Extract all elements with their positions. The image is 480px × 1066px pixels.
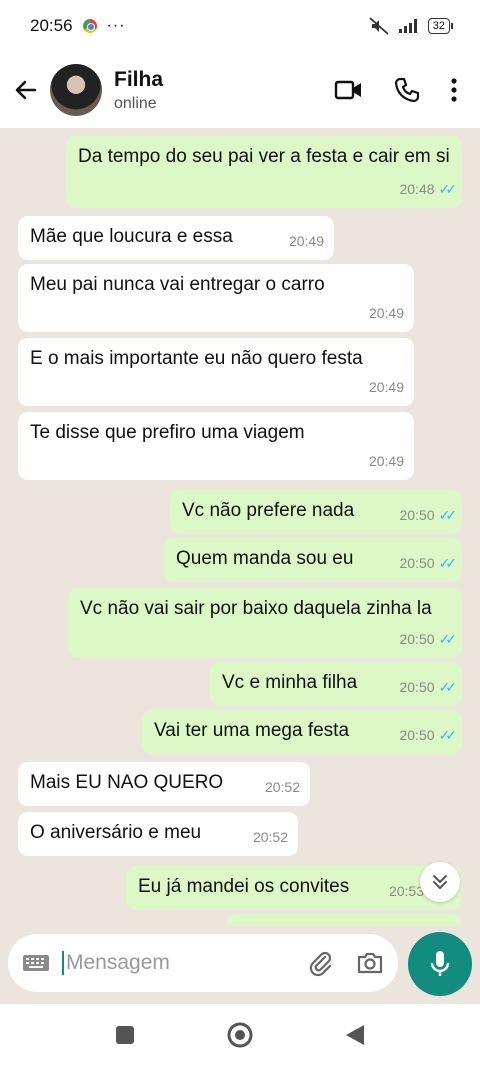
message-text: Eu já mandei os convites xyxy=(138,876,350,897)
message-outgoing[interactable]: Vc não vai sair por baixo daquela zinha … xyxy=(68,588,462,658)
video-call-icon[interactable] xyxy=(334,78,364,102)
message-text: Quem manda sou eu xyxy=(176,548,354,569)
chat-header: Filha online xyxy=(0,52,480,128)
message-meta: 20:48 ✓✓ xyxy=(399,176,458,202)
more-notifications-icon: ··· xyxy=(106,17,126,34)
message-time: 20:50 xyxy=(399,679,435,695)
message-time: 20:48 xyxy=(399,181,435,197)
read-ticks-icon: ✓✓ xyxy=(438,727,458,743)
status-right: 32 xyxy=(368,17,454,35)
message-outgoing[interactable]: Vc e minha filha 20:50 ✓✓ xyxy=(210,662,462,706)
read-ticks-icon: ✓✓ xyxy=(438,679,458,695)
message-time: 20:50 xyxy=(399,507,435,523)
scroll-to-bottom-button[interactable] xyxy=(420,862,460,902)
message-outgoing[interactable]: Da tempo do seu pai ver a festa e cair e… xyxy=(66,136,462,208)
status-time: 20:56 xyxy=(30,16,73,35)
message-outgoing-partial[interactable] xyxy=(226,914,462,926)
battery-icon: 32 xyxy=(427,18,454,34)
status-bar: 20:56 ··· 32 xyxy=(0,0,480,52)
read-ticks-icon: ✓✓ xyxy=(438,507,458,523)
message-outgoing[interactable]: Quem manda sou eu 20:50 ✓✓ xyxy=(164,538,462,582)
message-time: 20:50 xyxy=(399,727,435,743)
system-navigation-bar xyxy=(0,1004,480,1066)
message-incoming[interactable]: E o mais importante eu não quero festa 2… xyxy=(18,338,414,406)
message-text: O aniversário e meu xyxy=(30,822,202,843)
message-incoming[interactable]: Mais EU NAO QUERO 20:52 xyxy=(18,762,310,806)
voice-call-icon[interactable] xyxy=(394,77,420,103)
message-text: Da tempo do seu pai ver a festa e cair e… xyxy=(78,146,450,167)
message-list[interactable]: Da tempo do seu pai ver a festa e cair e… xyxy=(0,128,480,926)
read-ticks-icon: ✓✓ xyxy=(438,631,458,647)
message-incoming[interactable]: Meu pai nunca vai entregar o carro 20:49 xyxy=(18,264,414,332)
message-input-container xyxy=(8,934,398,992)
message-text: Vc não prefere nada xyxy=(182,500,355,521)
composer xyxy=(0,926,480,1004)
paperclip-icon[interactable] xyxy=(306,949,334,977)
status-left: 20:56 ··· xyxy=(30,16,126,36)
message-meta: 20:50 ✓✓ xyxy=(399,502,458,528)
message-text: Mais EU NAO QUERO xyxy=(30,772,224,793)
message-meta: 20:50 ✓✓ xyxy=(399,626,458,652)
message-text: Mãe que loucura e essa xyxy=(30,226,233,247)
message-text: Vai ter uma mega festa xyxy=(154,720,350,741)
message-time: 20:49 xyxy=(288,233,324,249)
input-actions xyxy=(306,949,384,977)
back-nav-icon[interactable] xyxy=(344,1023,366,1047)
keyboard-icon[interactable] xyxy=(22,953,50,973)
message-time: 20:49 xyxy=(368,453,404,469)
message-incoming[interactable]: Te disse que prefiro uma viagem 20:49 xyxy=(18,412,414,480)
message-outgoing[interactable]: Eu já mandei os convites 20:53 xyxy=(126,866,462,910)
message-time: 20:49 xyxy=(368,305,404,321)
header-actions xyxy=(334,77,458,103)
microphone-icon xyxy=(430,951,450,976)
message-input[interactable] xyxy=(62,951,282,975)
recent-apps-icon[interactable] xyxy=(114,1024,136,1046)
message-text: Meu pai nunca vai entregar o carro xyxy=(30,274,325,295)
back-button[interactable] xyxy=(4,68,48,112)
message-time: 20:50 xyxy=(399,631,435,647)
message-text: Vc não vai sair por baixo daquela zinha … xyxy=(80,598,432,619)
message-text: Vc e minha filha xyxy=(222,672,358,693)
message-meta: 20:50 ✓✓ xyxy=(399,674,458,700)
contact-status: online xyxy=(114,94,157,112)
message-outgoing[interactable]: Vai ter uma mega festa 20:50 ✓✓ xyxy=(142,710,462,754)
message-meta: 20:50 ✓✓ xyxy=(399,550,458,576)
arrow-left-icon xyxy=(15,80,37,100)
message-incoming[interactable]: Mãe que loucura e essa 20:49 xyxy=(18,216,334,260)
message-time: 20:49 xyxy=(368,379,404,395)
signal-icon xyxy=(398,19,417,33)
read-ticks-icon: ✓✓ xyxy=(438,181,458,197)
more-options-icon[interactable] xyxy=(450,77,458,103)
double-chevron-down-icon xyxy=(433,875,447,889)
message-text: E o mais importante eu não quero festa xyxy=(30,348,363,369)
read-ticks-icon: ✓✓ xyxy=(438,555,458,571)
mute-icon xyxy=(369,17,389,35)
message-incoming[interactable]: O aniversário e meu 20:52 xyxy=(18,812,298,856)
message-time: 20:50 xyxy=(399,555,435,571)
home-icon[interactable] xyxy=(226,1021,254,1049)
message-meta: 20:50 ✓✓ xyxy=(399,722,458,748)
message-text: Te disse que prefiro uma viagem xyxy=(30,422,305,443)
chrome-icon xyxy=(82,19,97,33)
message-time: 20:52 xyxy=(264,779,300,795)
avatar[interactable] xyxy=(50,64,102,116)
contact-info[interactable]: Filha online xyxy=(114,68,163,113)
contact-name: Filha xyxy=(114,67,164,91)
message-outgoing[interactable]: Vc não prefere nada 20:50 ✓✓ xyxy=(170,490,462,534)
voice-message-button[interactable] xyxy=(408,932,472,996)
message-time: 20:53 xyxy=(388,883,424,899)
camera-icon[interactable] xyxy=(356,950,384,976)
message-time: 20:52 xyxy=(252,829,288,845)
